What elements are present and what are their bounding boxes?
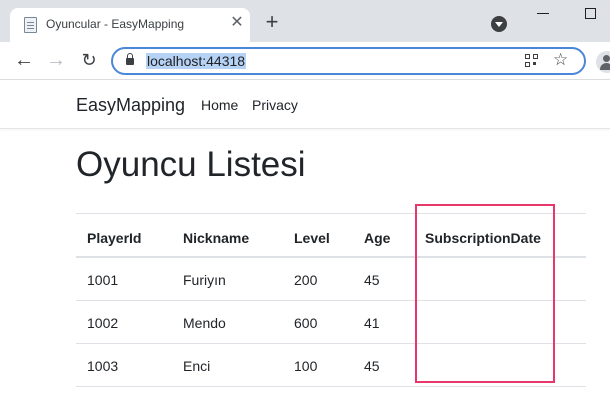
cell-playerid: 1001	[87, 272, 119, 288]
browser-tabstrip: Oyuncular - EasyMapping ✕ +	[0, 0, 610, 42]
browser-toolbar: ← → ↻ localhost:44318 ☆	[0, 42, 610, 80]
close-icon[interactable]: ✕	[229, 15, 245, 31]
browser-tab[interactable]: Oyuncular - EasyMapping ✕	[10, 8, 250, 42]
cell-nickname: Mendo	[183, 315, 226, 331]
cell-level: 600	[294, 315, 318, 331]
tab-search-icon[interactable]	[491, 16, 507, 32]
page-title: Oyuncu Listesi	[76, 145, 306, 184]
minimize-icon[interactable]	[537, 13, 549, 14]
cell-playerid: 1002	[87, 315, 119, 331]
star-icon[interactable]: ☆	[553, 50, 568, 70]
address-bar[interactable]: localhost:44318 ☆	[111, 47, 586, 75]
plus-icon[interactable]: +	[262, 11, 282, 33]
brand-link[interactable]: EasyMapping	[76, 95, 185, 116]
cell-level: 100	[294, 358, 318, 374]
url-text[interactable]: localhost:44318	[146, 53, 247, 69]
nav-link-privacy[interactable]: Privacy	[252, 97, 298, 113]
nav-link-home[interactable]: Home	[201, 97, 238, 113]
back-arrow-icon[interactable]: ←	[13, 49, 35, 71]
column-header-age: Age	[364, 230, 391, 246]
profile-icon[interactable]	[596, 51, 610, 73]
site-navbar: EasyMapping Home Privacy	[0, 81, 610, 129]
column-header-playerid: PlayerId	[87, 230, 142, 246]
cell-age: 45	[364, 272, 380, 288]
cell-age: 45	[364, 358, 380, 374]
reload-icon[interactable]: ↻	[78, 49, 100, 71]
cell-nickname: Enci	[183, 358, 211, 374]
tab-title: Oyuncular - EasyMapping	[46, 17, 185, 31]
cell-playerid: 1003	[87, 358, 119, 374]
column-header-nickname: Nickname	[183, 230, 250, 246]
cell-nickname: Furiyın	[183, 272, 226, 288]
forward-arrow-icon: →	[46, 49, 66, 71]
maximize-icon[interactable]	[585, 8, 596, 19]
document-icon	[24, 17, 37, 33]
column-header-level: Level	[294, 230, 330, 246]
qr-code-icon[interactable]	[525, 54, 539, 68]
highlight-annotation-box	[415, 204, 555, 383]
cell-age: 41	[364, 315, 380, 331]
cell-level: 200	[294, 272, 318, 288]
lock-icon[interactable]	[126, 53, 134, 65]
